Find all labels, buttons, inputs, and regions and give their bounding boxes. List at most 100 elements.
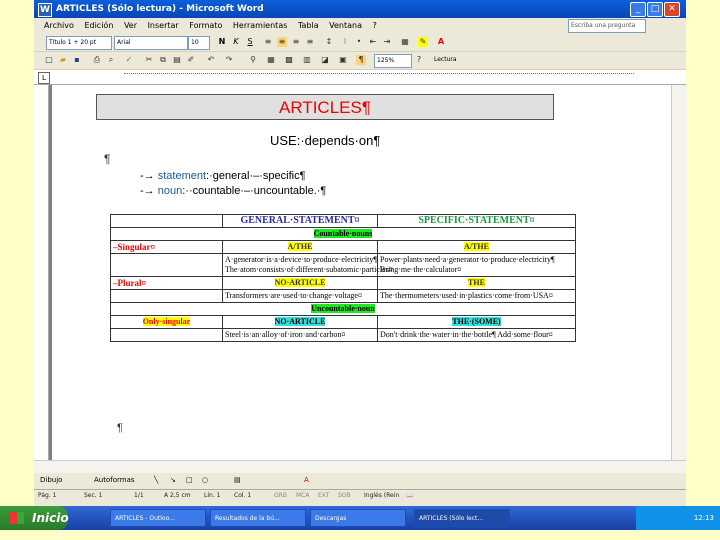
align-right-icon[interactable]: ≡ bbox=[291, 37, 301, 47]
menu-herramientas[interactable]: Herramientas bbox=[229, 18, 292, 34]
drawing-icon[interactable]: ◪ bbox=[320, 55, 330, 65]
open-folder-icon[interactable]: ▰ bbox=[58, 55, 68, 65]
line-spacing-icon[interactable]: ↕ bbox=[324, 37, 334, 47]
status-trk[interactable]: MCA bbox=[296, 490, 309, 502]
show-formatting-icon[interactable]: ¶ bbox=[356, 55, 366, 65]
start-label: Inicio bbox=[32, 511, 69, 525]
the-some-label: THE·(SOME) bbox=[452, 317, 501, 326]
line-icon[interactable]: ╲ bbox=[154, 472, 158, 489]
task-outlook[interactable]: ARTICLES - Outloo... bbox=[110, 509, 206, 527]
hyperlink-icon[interactable]: ⚲ bbox=[248, 55, 258, 65]
status-ext[interactable]: EXT bbox=[318, 490, 329, 502]
excel-icon[interactable]: ▩ bbox=[284, 55, 294, 65]
horizontal-ruler[interactable]: L bbox=[34, 70, 686, 85]
paste-icon[interactable]: ▤ bbox=[172, 55, 182, 65]
spelling-icon[interactable]: ✓ bbox=[124, 55, 134, 65]
help-search-input[interactable]: Escriba una pregunta bbox=[568, 19, 646, 33]
close-button[interactable]: ✕ bbox=[664, 2, 680, 17]
maximize-button[interactable]: □ bbox=[647, 2, 663, 17]
status-bar: Pág. 1 Sec. 1 1/1 A 2,5 cm Lín. 1 Col. 1… bbox=[34, 489, 686, 502]
bullet-noun: -→ noun:··countable·–·uncountable.·¶ bbox=[140, 185, 327, 197]
document-heading: ARTICLES¶ bbox=[96, 94, 554, 120]
underline-button[interactable]: S bbox=[245, 37, 255, 47]
font-color-icon[interactable]: A bbox=[436, 37, 446, 47]
menu-ver[interactable]: Ver bbox=[120, 18, 141, 34]
start-button[interactable]: Inicio bbox=[0, 506, 69, 530]
table-cell-empty[interactable] bbox=[110, 253, 223, 277]
a-the-label-specific: A/THE bbox=[464, 242, 489, 251]
align-center-icon[interactable]: ≡ bbox=[277, 37, 287, 47]
task-word[interactable]: ARTICLES (Sólo lect... bbox=[414, 509, 510, 527]
highlight-icon[interactable]: ✎ bbox=[418, 37, 428, 47]
articles-table: GENERAL·STATEMENT¤ SPECIFIC·STATEMENT¤ C… bbox=[110, 214, 576, 342]
print-preview-icon[interactable]: ⌕ bbox=[106, 55, 116, 65]
textbox-icon[interactable]: ▤ bbox=[234, 472, 241, 489]
table-cell-empty[interactable] bbox=[110, 214, 223, 228]
bullet-statement: -→ statement:·general·–·specific¶ bbox=[140, 170, 306, 182]
save-icon[interactable]: ▪ bbox=[72, 55, 82, 65]
status-line: Lín. 1 bbox=[204, 492, 221, 499]
status-rec[interactable]: GRB bbox=[274, 490, 287, 502]
tab-selector[interactable]: L bbox=[38, 72, 50, 84]
status-column: Col. 1 bbox=[234, 492, 252, 499]
bold-button[interactable]: N bbox=[217, 37, 227, 47]
help-icon[interactable]: ? bbox=[414, 55, 424, 65]
decrease-indent-icon[interactable]: ⇤ bbox=[368, 37, 378, 47]
read-mode-button[interactable]: Lectura bbox=[432, 54, 474, 66]
a-the-label: A/THE bbox=[287, 242, 313, 251]
bullets-icon[interactable]: • bbox=[354, 37, 364, 47]
title-bar[interactable]: W ARTICLES (Sólo lectura) - Microsoft Wo… bbox=[34, 0, 686, 18]
zoom-select[interactable]: 125% bbox=[374, 54, 412, 68]
task-browser[interactable]: Resultados de la bú... bbox=[210, 509, 306, 527]
menu-help[interactable]: ? bbox=[369, 18, 381, 34]
menu-tabla[interactable]: Tabla bbox=[294, 18, 323, 34]
cut-icon[interactable]: ✂ bbox=[144, 55, 154, 65]
menu-formato[interactable]: Formato bbox=[185, 18, 226, 34]
uncountable-noun-label: Uncountable·noun bbox=[311, 304, 375, 313]
system-tray: 12:13 bbox=[636, 506, 720, 530]
rectangle-icon[interactable]: □ bbox=[186, 472, 193, 489]
table-cell-empty[interactable] bbox=[110, 289, 223, 303]
document-map-icon[interactable]: ▣ bbox=[338, 55, 348, 65]
paragraph-mark: ¶ bbox=[104, 152, 111, 166]
menu-ventana[interactable]: Ventana bbox=[325, 18, 366, 34]
plural-specific-examples: The·thermometers·used·in·plastics·come·f… bbox=[377, 289, 576, 303]
copy-icon[interactable]: ⧉ bbox=[158, 55, 168, 65]
drawing-font-color-icon[interactable]: A bbox=[304, 472, 309, 489]
new-document-icon[interactable]: □ bbox=[44, 55, 54, 65]
table-cell-empty[interactable] bbox=[110, 328, 223, 342]
draw-menu[interactable]: Dibujo bbox=[40, 472, 62, 489]
oval-icon[interactable]: ○ bbox=[202, 472, 208, 489]
clock[interactable]: 12:13 bbox=[694, 514, 714, 522]
format-painter-icon[interactable]: ✐ bbox=[186, 55, 196, 65]
italic-button[interactable]: K bbox=[231, 37, 241, 47]
increase-indent-icon[interactable]: ⇥ bbox=[382, 37, 392, 47]
redo-icon[interactable]: ↷ bbox=[224, 55, 234, 65]
justify-icon[interactable]: ≡ bbox=[305, 37, 315, 47]
status-language[interactable]: Inglés (Rein bbox=[364, 490, 399, 502]
autoshapes-menu[interactable]: Autoformas bbox=[94, 472, 135, 489]
numbering-icon[interactable]: ⁝ bbox=[340, 37, 350, 47]
menu-edicion[interactable]: Edición bbox=[80, 18, 117, 34]
menu-insertar[interactable]: Insertar bbox=[144, 18, 183, 34]
font-size-select[interactable]: 10 bbox=[188, 36, 210, 50]
task-downloads[interactable]: Descargas bbox=[310, 509, 406, 527]
print-icon[interactable]: ⎙ bbox=[92, 55, 102, 65]
word-app-icon[interactable]: W bbox=[38, 3, 52, 17]
arrow-icon[interactable]: ↘ bbox=[170, 472, 176, 489]
statement-keyword: statement bbox=[157, 170, 207, 182]
menu-archivo[interactable]: Archivo bbox=[34, 18, 78, 34]
columns-icon[interactable]: ▥ bbox=[302, 55, 312, 65]
table-icon[interactable]: ▦ bbox=[266, 55, 276, 65]
font-select[interactable]: Arial bbox=[114, 36, 188, 50]
spelling-status-icon[interactable]: 📖 bbox=[406, 490, 413, 502]
style-select[interactable]: Título 1 + 20 pt bbox=[46, 36, 112, 50]
align-left-icon[interactable]: ≡ bbox=[263, 37, 273, 47]
borders-icon[interactable]: ▦ bbox=[400, 37, 410, 47]
vertical-scrollbar[interactable] bbox=[671, 85, 687, 460]
undo-icon[interactable]: ↶ bbox=[206, 55, 216, 65]
only-singular-label: Only·singular bbox=[142, 317, 191, 326]
minimize-button[interactable]: _ bbox=[630, 2, 646, 17]
specific-statement-header: SPECIFIC·STATEMENT¤ bbox=[377, 214, 576, 228]
status-ovr[interactable]: SOB bbox=[338, 490, 351, 502]
